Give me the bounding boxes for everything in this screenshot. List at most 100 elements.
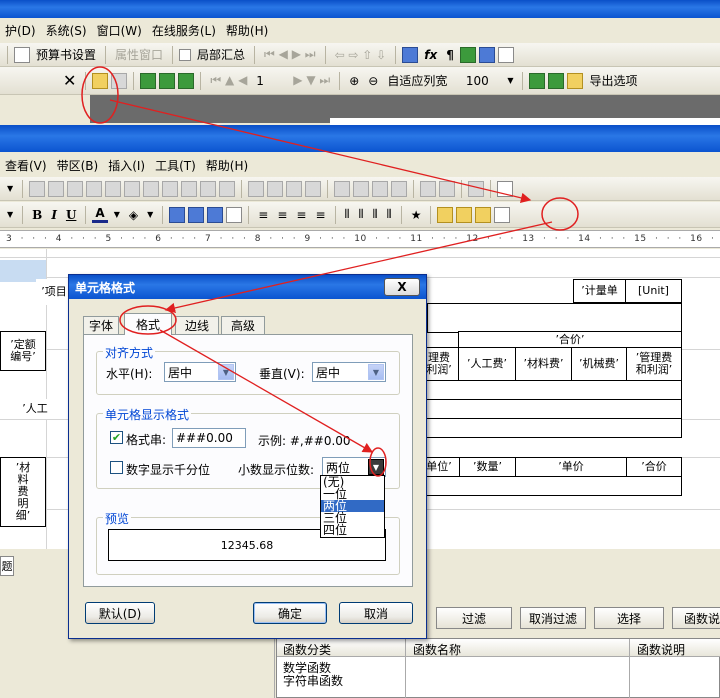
- menu-maintain[interactable]: 护(D): [0, 22, 41, 39]
- table-icon-2[interactable]: [439, 180, 456, 197]
- menu-help[interactable]: 帮助(H): [221, 22, 273, 39]
- close-icon[interactable]: ✕: [60, 71, 79, 90]
- star-icon[interactable]: ★: [408, 208, 425, 222]
- unit-price-cell[interactable]: ’单价: [515, 457, 627, 477]
- tab-border[interactable]: 边线: [175, 316, 219, 334]
- function-help-button[interactable]: 函数说: [672, 607, 720, 629]
- bold-icon[interactable]: B: [29, 208, 45, 222]
- font-color-icon[interactable]: A: [92, 206, 108, 223]
- unit-label-cell[interactable]: ’计量单: [573, 279, 626, 303]
- merge-icon-1[interactable]: [248, 180, 265, 197]
- cell-format-icon[interactable]: [475, 206, 492, 223]
- unit-value-cell[interactable]: [Unit]: [625, 279, 682, 303]
- format-string-input[interactable]: ###0.00: [172, 428, 246, 448]
- distribute-icon-3[interactable]: ⫴: [370, 207, 381, 222]
- first-prev-page-icon[interactable]: ⏮ ▲ ◀: [207, 73, 250, 88]
- page-view-icon-3[interactable]: [178, 72, 195, 89]
- grid-icon[interactable]: [468, 180, 485, 197]
- align-justify-icon[interactable]: ≡: [255, 208, 271, 222]
- merge-icon-2[interactable]: [267, 180, 284, 197]
- quota-code-cell[interactable]: ’定额 编号’: [0, 331, 46, 371]
- filter-button[interactable]: 过滤: [436, 607, 512, 629]
- col-function-desc[interactable]: 函数说明: [637, 641, 685, 658]
- project-cell[interactable]: ’项目: [36, 279, 72, 305]
- border-icon-9[interactable]: [181, 180, 198, 197]
- report-icon[interactable]: [478, 46, 495, 63]
- col-function-category[interactable]: 函数分类: [283, 641, 331, 658]
- distribute-icon-4[interactable]: ⫴: [384, 207, 395, 222]
- cell-style-icon-3[interactable]: [207, 206, 224, 223]
- book-icon[interactable]: [437, 206, 454, 223]
- cell-style-icon-1[interactable]: [169, 206, 186, 223]
- align-center-icon[interactable]: ≡: [293, 208, 309, 222]
- design-edit-icon[interactable]: [92, 72, 109, 89]
- fill-color-dropdown-icon[interactable]: ▼: [144, 210, 156, 219]
- insert-col-icon[interactable]: [353, 180, 370, 197]
- toolbar-dropdown-icon[interactable]: ▼: [4, 184, 16, 193]
- zoom-select[interactable]: 100: [453, 74, 501, 88]
- menu-view[interactable]: 查看(V): [0, 157, 52, 174]
- cube-icon[interactable]: [459, 46, 476, 63]
- paragraph-icon[interactable]: ¶: [443, 48, 457, 62]
- menu-band[interactable]: 带区(B): [52, 157, 104, 174]
- menu-help[interactable]: 帮助(H): [201, 157, 253, 174]
- zoom-dropdown-icon[interactable]: ▼: [504, 76, 516, 85]
- chevron-down-icon[interactable]: ▼: [368, 459, 384, 475]
- properties-window-button[interactable]: 属性窗口: [112, 46, 166, 63]
- border-icon-11[interactable]: [219, 180, 236, 197]
- border-icon-1[interactable]: [29, 180, 46, 197]
- bottom-left-tab[interactable]: 题: [0, 556, 14, 576]
- mgmt-profit-cell[interactable]: ’管理费 和利润’: [626, 347, 682, 381]
- italic-icon[interactable]: I: [48, 208, 60, 222]
- border-icon-6[interactable]: [124, 180, 141, 197]
- category-item-string[interactable]: 字符串函数: [283, 672, 343, 689]
- fill-color-icon[interactable]: ◈: [126, 208, 141, 222]
- machine-fee-cell[interactable]: ’机械费’: [571, 347, 627, 381]
- zoom-in-icon[interactable]: ⊕: [346, 74, 362, 88]
- chevron-down-icon[interactable]: ▼: [368, 364, 384, 380]
- select-button[interactable]: 选择: [594, 607, 664, 629]
- data-row-cell[interactable]: [418, 380, 682, 400]
- border-icon-4[interactable]: [86, 180, 103, 197]
- zoom-out-icon[interactable]: ⊖: [365, 74, 381, 88]
- distribute-icon-1[interactable]: ⫴: [342, 207, 353, 222]
- border-icon-2[interactable]: [48, 180, 65, 197]
- excel-export-icon[interactable]: [529, 72, 546, 89]
- header-row-cell[interactable]: [427, 303, 682, 333]
- page-setup-icon[interactable]: [494, 206, 511, 223]
- delete-col-icon[interactable]: [391, 180, 408, 197]
- border-icon-8[interactable]: [162, 180, 179, 197]
- font-color-dropdown-icon[interactable]: ▼: [111, 210, 123, 219]
- print-icon[interactable]: [111, 72, 128, 89]
- document-icon[interactable]: [497, 46, 514, 63]
- tab-format[interactable]: 格式: [124, 313, 172, 335]
- print-preview-icon[interactable]: [497, 180, 514, 197]
- menu-window[interactable]: 窗口(W): [92, 22, 147, 39]
- thousands-separator-checkbox[interactable]: [110, 461, 123, 474]
- border-icon-5[interactable]: [105, 180, 122, 197]
- border-icon-3[interactable]: [67, 180, 84, 197]
- underline-icon[interactable]: U: [63, 208, 79, 222]
- distribute-icon-2[interactable]: ⫴: [356, 207, 367, 222]
- menu-system[interactable]: 系统(S): [41, 22, 92, 39]
- vertical-align-select[interactable]: 居中 ▼: [312, 362, 386, 382]
- border-icon-10[interactable]: [200, 180, 217, 197]
- clear-filter-button[interactable]: 取消过滤: [520, 607, 586, 629]
- menu-tools[interactable]: 工具(T): [150, 157, 201, 174]
- align-left-icon[interactable]: ≡: [274, 208, 290, 222]
- insert-row-icon[interactable]: [334, 180, 351, 197]
- border-icon-7[interactable]: [143, 180, 160, 197]
- col-function-name[interactable]: 函数名称: [413, 641, 461, 658]
- data-row-cell-2[interactable]: [418, 399, 682, 419]
- merge-icon-3[interactable]: [286, 180, 303, 197]
- menu-online-service[interactable]: 在线服务(L): [147, 22, 221, 39]
- toolbar-dropdown-icon[interactable]: ▼: [4, 210, 16, 219]
- combined-cell[interactable]: ’合价: [626, 457, 682, 477]
- delete-row-icon[interactable]: [372, 180, 389, 197]
- decimal-places-select[interactable]: 两位 ▼: [322, 457, 386, 477]
- decimal-option-four[interactable]: 四位: [321, 524, 384, 536]
- dialog-close-button[interactable]: X: [384, 278, 420, 296]
- labor-fee-cell[interactable]: ’人工费’: [458, 347, 516, 381]
- page-view-icon-1[interactable]: [140, 72, 157, 89]
- function-fx-icon[interactable]: fx: [421, 48, 440, 62]
